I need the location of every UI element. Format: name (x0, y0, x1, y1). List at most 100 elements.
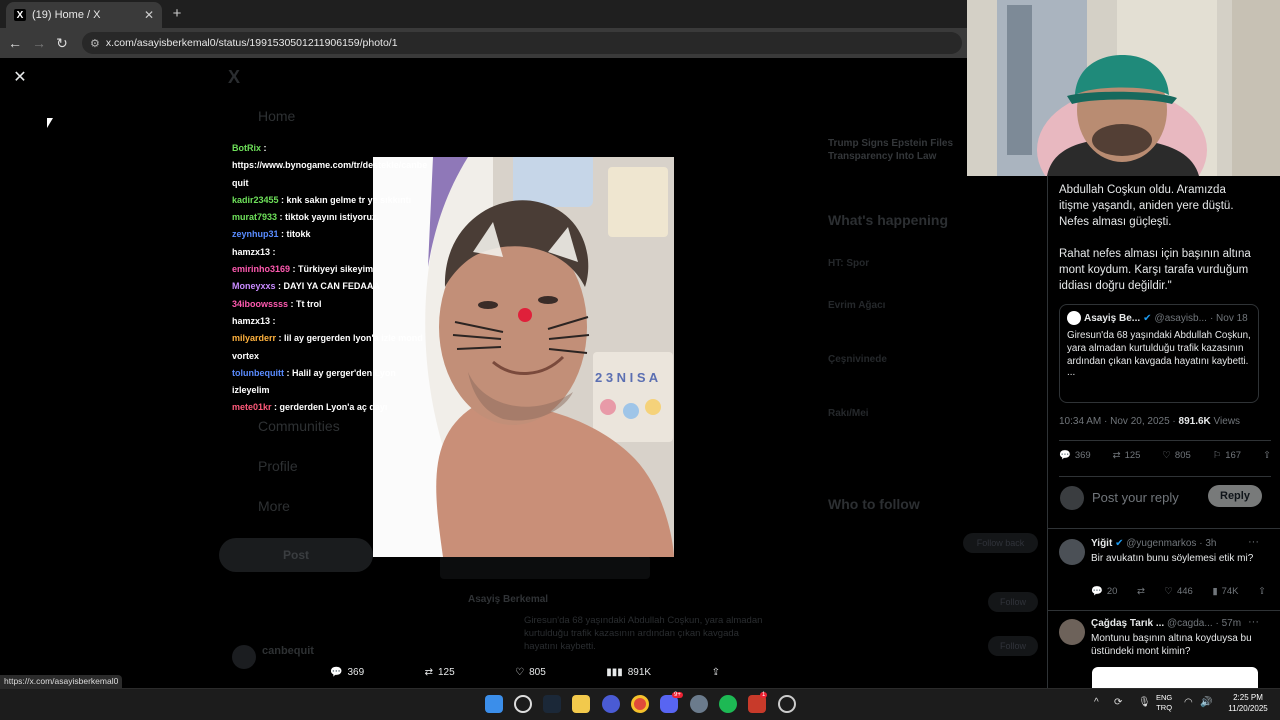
like-stat[interactable]: ♡ 805 (1162, 450, 1190, 461)
close-photo-button[interactable]: ✕ (10, 68, 30, 88)
chat-message: 34iboowssss : Tt trol (232, 296, 432, 313)
browser-tab[interactable]: X (19) Home / X ✕ (6, 2, 162, 28)
share-stat[interactable]: ⇪ (1263, 450, 1271, 461)
chat-username: mete01kr (232, 402, 272, 413)
more-options-icon[interactable]: ··· (1248, 536, 1259, 548)
views-action[interactable]: ▮▮▮ 891K (606, 667, 651, 678)
clock-date: 11/20/2025 (1228, 704, 1268, 713)
views-label: Views (1213, 416, 1241, 427)
reply-media[interactable] (1092, 667, 1258, 688)
reply-count: 20 (1106, 586, 1118, 597)
chat-username: tolunbequitt (232, 367, 284, 378)
reply-stat[interactable]: 💬 369 (1059, 450, 1091, 461)
quoted-author: Asayiş Be... (1084, 312, 1141, 324)
account-name: canbequit (262, 645, 314, 657)
file-explorer-icon[interactable] (572, 695, 590, 713)
like-stat[interactable]: ♡ 446 (1164, 586, 1192, 597)
follow-button[interactable]: Follow (988, 636, 1038, 656)
repost-stat[interactable]: ⇄ 125 (1113, 450, 1141, 461)
chat-message: hamzx13 : (232, 313, 432, 330)
post-button[interactable]: Post (219, 538, 373, 572)
quoted-post[interactable]: Asayiş Be... ✔ @asayisb... · Nov 18 Gire… (1059, 304, 1259, 403)
bookmark-stat[interactable]: ⚐ 167 (1213, 450, 1241, 461)
share-stat[interactable]: ⇪ (1258, 586, 1266, 597)
nav-profile[interactable]: Profile (258, 458, 298, 474)
reply-icon: 💬 (1091, 586, 1103, 597)
photo-action-bar: 💬 369 ⇄ 125 ♡ 805 ▮▮▮ 891K ⇪ (330, 660, 720, 684)
reply-post[interactable]: Çağdaş Tarık ... @cagda... · 57m ··· Mon… (1048, 616, 1280, 688)
repost-stat[interactable]: ⇄ (1137, 586, 1145, 597)
x-logo-icon: X (14, 9, 26, 21)
close-tab-icon[interactable]: ✕ (144, 8, 154, 22)
svg-text:X: X (228, 67, 240, 86)
chat-message: emirinho3169 : Türkiyeyi sikeyim (232, 261, 432, 278)
conversation-panel: Abdullah Coşkun oldu. Aramızda itişme ya… (1047, 176, 1280, 688)
reply-stat[interactable]: 💬 20 (1091, 586, 1117, 597)
who-to-follow-heading: Who to follow (828, 496, 920, 512)
reply-input[interactable]: Post your reply (1092, 490, 1179, 505)
steam-icon[interactable] (543, 695, 561, 713)
chat-text: : Tt trol (288, 298, 322, 309)
account-avatar[interactable] (232, 645, 262, 675)
volume-icon[interactable]: 🔊 (1200, 697, 1212, 708)
chat-message: zeynhup31 : titokk (232, 226, 432, 243)
language-top: ENG (1156, 693, 1173, 702)
views-stat[interactable]: ▮ 74K (1212, 586, 1238, 597)
avatar (1059, 619, 1085, 645)
follow-back-button[interactable]: Follow back (963, 533, 1038, 553)
view-count: 74K (1221, 586, 1239, 597)
chat-text: : Türkiyeyi sikeyim (290, 264, 374, 275)
repost-action[interactable]: ⇄ 125 (425, 667, 455, 678)
chevron-up-icon[interactable]: ^ (1094, 697, 1099, 708)
wifi-icon[interactable]: ◠ (1184, 697, 1193, 708)
chat-message: murat7933 : tiktok yayını istiyoruz. (232, 209, 432, 226)
forward-button[interactable]: → (30, 34, 48, 52)
url-text: x.com/asayisberkemal0/status/19915305012… (105, 37, 398, 49)
nav-more[interactable]: More (258, 498, 290, 514)
back-button[interactable]: ← (6, 34, 24, 52)
reply-action[interactable]: 💬 369 (330, 667, 364, 678)
system-clock[interactable]: 2:25 PM 11/20/2025 (1220, 692, 1276, 714)
reload-button[interactable]: ↻ (53, 34, 71, 52)
trend-item[interactable]: Evrim Ağacı (828, 300, 885, 311)
address-bar[interactable]: ⚙ x.com/asayisberkemal0/status/199153050… (82, 32, 962, 54)
bookmark-count: 167 (1225, 450, 1242, 461)
site-info-icon[interactable]: ⚙ (90, 37, 100, 50)
whats-happening-heading: What's happening (828, 212, 948, 228)
language-indicator[interactable]: ENG TRQ (1156, 693, 1172, 713)
trend-item[interactable]: Çeşnivinede (828, 354, 887, 365)
repost-count: 125 (437, 666, 455, 678)
chat-username: 34iboowssss (232, 298, 289, 309)
more-options-icon[interactable]: ··· (1248, 616, 1259, 628)
heart-icon: ♡ (515, 666, 525, 678)
app-icon[interactable] (778, 695, 796, 713)
verified-icon: ✔ (1143, 312, 1152, 324)
new-tab-button[interactable]: + (168, 5, 186, 23)
spotify-icon[interactable] (719, 695, 737, 713)
chat-username: hamzx13 (232, 246, 271, 257)
follow-button[interactable]: Follow (988, 592, 1038, 612)
reply-post[interactable]: Yiğit ✔ @yugenmarkos · 3h ··· Bir avukat… (1048, 536, 1280, 606)
trend-item[interactable]: Rakı/Mei (828, 408, 869, 419)
reply-icon: 💬 (330, 666, 343, 678)
search-icon[interactable] (514, 695, 532, 713)
chat-text: : DAYI YA CAN FEDAAA (275, 281, 380, 292)
windows-start-icon[interactable] (485, 695, 503, 713)
nav-home[interactable]: Home (258, 108, 295, 124)
settings-gear-icon[interactable] (690, 695, 708, 713)
like-count: 805 (529, 666, 546, 678)
like-action[interactable]: ♡ 805 (515, 667, 546, 678)
microphone-icon[interactable]: 🎙 (1138, 697, 1151, 708)
share-icon: ⇪ (1263, 450, 1271, 461)
chrome-icon[interactable] (631, 695, 649, 713)
share-action[interactable]: ⇪ (712, 667, 720, 678)
reply-button[interactable]: Reply (1208, 485, 1262, 507)
trend-title[interactable]: Trump Signs Epstein Files Transparency I… (828, 137, 968, 163)
post-timestamp: 10:34 AM · Nov 20, 2025 · 891.6K Views (1059, 416, 1240, 427)
app-icon[interactable] (602, 695, 620, 713)
feed-author: Asayiş Berkemal (468, 594, 549, 605)
tab-title: (19) Home / X (32, 9, 101, 21)
trend-item[interactable]: HT: Spor (828, 258, 869, 269)
nav-communities[interactable]: Communities (258, 418, 340, 434)
sync-icon[interactable]: ⟳ (1114, 697, 1122, 708)
